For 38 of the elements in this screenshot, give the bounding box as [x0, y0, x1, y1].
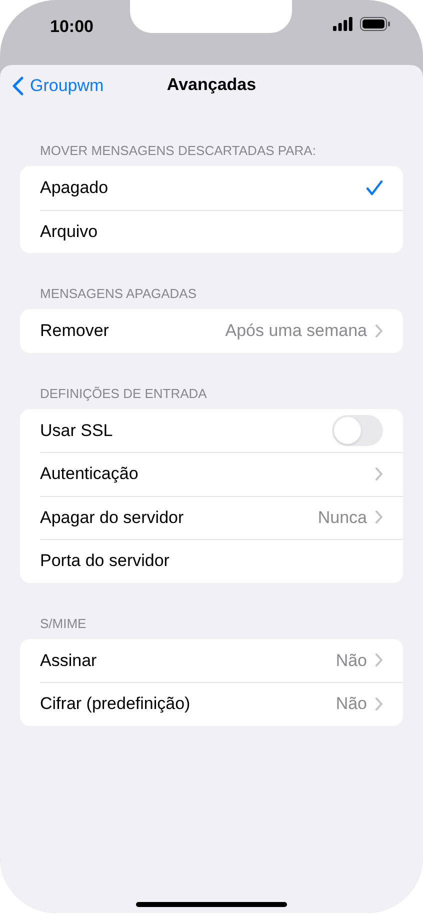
row-label: Cifrar (predefinição) [40, 693, 192, 715]
battery-icon [360, 17, 390, 31]
row-label: Arquivo [40, 220, 99, 242]
chevron-right-icon [375, 466, 383, 481]
row-value: Após uma semana [225, 320, 367, 342]
row-value: Nunca [318, 506, 367, 528]
row-label: Apagado [40, 177, 110, 199]
row-value: Não [336, 693, 367, 715]
settings-row[interactable]: Cifrar (predefinição) Não [20, 682, 403, 726]
section-header: MOVER MENSAGENS DESCARTADAS PARA: [40, 143, 316, 158]
settings-row[interactable]: Apagado [20, 166, 403, 210]
row-label: Porta do servidor [40, 550, 170, 572]
settings-row[interactable]: Assinar Não [20, 638, 403, 682]
settings-row[interactable]: Porta do servidor [20, 539, 403, 582]
page-title: Avançadas [166, 74, 256, 96]
toggle-switch[interactable] [332, 414, 383, 446]
row-label: Remover [40, 320, 110, 342]
row-label: Usar SSL [40, 420, 114, 442]
chevron-right-icon [375, 324, 383, 338]
status-time: 10:00 [50, 16, 94, 38]
settings-row[interactable]: Arquivo [20, 210, 403, 253]
row-label: Apagar do servidor [40, 506, 185, 528]
section-header: DEFINIÇÕES DE ENTRADA [40, 386, 207, 400]
settings-row[interactable]: Apagar do servidor Nunca [20, 496, 403, 539]
row-label: Assinar [40, 650, 98, 672]
back-button[interactable]: Groupwm [12, 73, 104, 98]
chevron-right-icon [375, 510, 383, 524]
section-header: MENSAGENS APAGADAS [40, 286, 197, 301]
row-value: Não [336, 650, 367, 672]
settings-row[interactable]: Remover Após uma semana [20, 309, 403, 352]
chevron-right-icon [375, 653, 383, 668]
chevron-left-icon [12, 76, 24, 96]
chevron-right-icon [375, 696, 383, 711]
signal-icon [333, 17, 353, 31]
row-label: Autenticação [40, 463, 140, 485]
section-header: S/MIME [40, 616, 86, 630]
settings-row[interactable]: Autenticação [20, 452, 403, 496]
settings-row[interactable]: Usar SSL [20, 408, 403, 452]
